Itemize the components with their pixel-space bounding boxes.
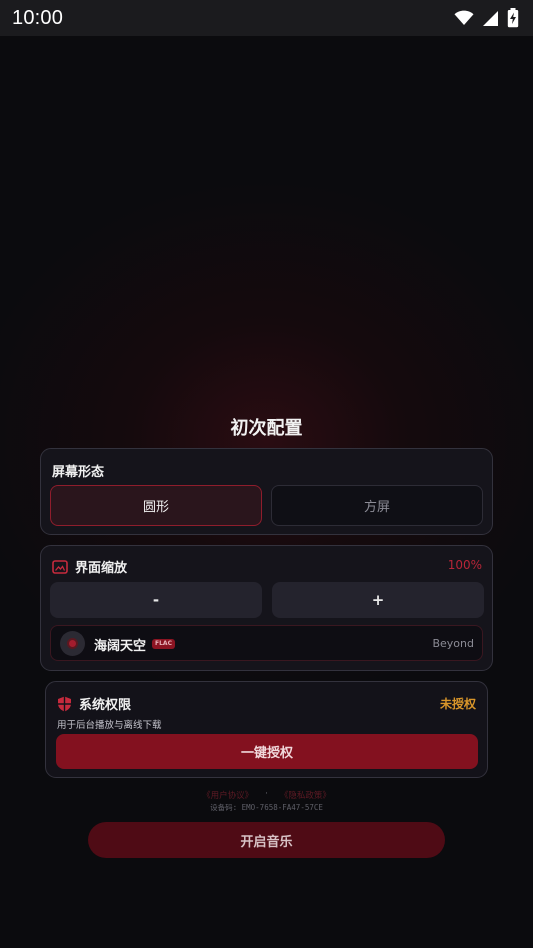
ui-scale-value: 100%: [447, 558, 482, 572]
user-agreement-link[interactable]: 《用户协议》: [202, 789, 253, 801]
shield-icon: [58, 696, 71, 711]
privacy-policy-link[interactable]: 《隐私政策》: [280, 789, 331, 801]
preview-track-title: 海阔天空: [94, 639, 147, 654]
permissions-label: 系统权限: [79, 698, 132, 713]
legal-links: 《用户协议》 · 《隐私政策》: [0, 789, 533, 801]
screen-shape-label: 屏幕形态: [52, 465, 105, 480]
permissions-header: 系统权限: [57, 694, 131, 713]
signal-icon: [483, 10, 498, 26]
screen-shape-card: 屏幕形态 圆形 方屏: [40, 448, 493, 535]
ui-scale-header: 界面缩放: [52, 557, 127, 576]
device-code: 设备码: EMO-7658-FA47-57CE: [210, 803, 323, 812]
scale-increase-button[interactable]: +: [272, 582, 484, 618]
authorize-button[interactable]: 一键授权: [56, 734, 478, 769]
image-scale-icon: [52, 559, 68, 574]
permissions-description: 用于后台播放与离线下载: [57, 720, 162, 731]
ui-scale-card: 界面缩放 100% - + 海阔天空 FLAC Beyond: [40, 545, 493, 671]
shape-option-round[interactable]: 圆形: [50, 485, 262, 526]
disc-icon: [60, 631, 85, 656]
start-music-button[interactable]: 开启音乐: [88, 822, 445, 858]
flac-badge: FLAC: [152, 639, 175, 649]
wifi-icon: [454, 10, 474, 25]
status-time: 10:00: [12, 6, 64, 29]
preview-track-artist: Beyond: [432, 637, 474, 650]
preview-track-item: 海阔天空 FLAC Beyond: [50, 625, 483, 661]
page-title: 初次配置: [230, 418, 303, 439]
status-icons: [454, 8, 519, 28]
permission-status-badge: 未授权: [439, 697, 476, 711]
permissions-card: 系统权限 未授权 用于后台播放与离线下载 一键授权: [45, 681, 488, 778]
link-separator: ·: [265, 789, 268, 799]
status-bar: 10:00: [0, 0, 533, 36]
battery-charging-icon: [507, 8, 519, 28]
ui-scale-label: 界面缩放: [75, 561, 128, 576]
scale-decrease-button[interactable]: -: [50, 582, 262, 618]
shape-option-square[interactable]: 方屏: [271, 485, 483, 526]
